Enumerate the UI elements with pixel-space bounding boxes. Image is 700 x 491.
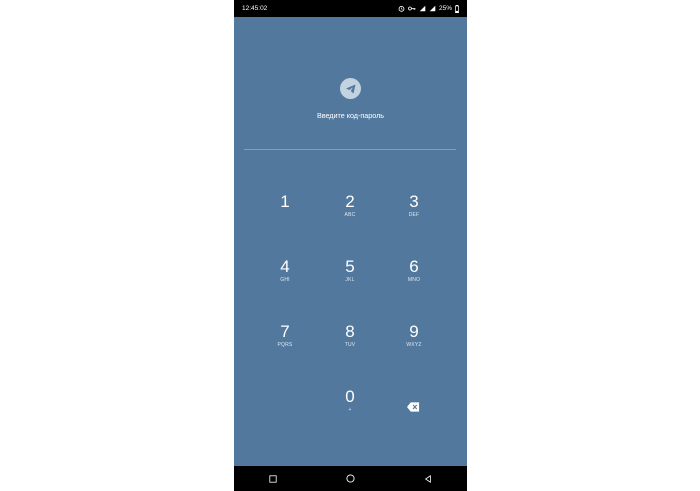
key-letters: DEF bbox=[408, 212, 420, 218]
back-button[interactable] bbox=[416, 469, 440, 489]
key-8[interactable]: 8 TUV bbox=[320, 323, 380, 371]
key-9[interactable]: 9 WXYZ bbox=[384, 323, 444, 371]
passcode-prompt: Введите код-пароль bbox=[316, 111, 385, 120]
key-3[interactable]: 3 DEF bbox=[384, 193, 444, 241]
key-digit: 8 bbox=[345, 322, 355, 341]
status-bar: 12:45:02 25% bbox=[234, 0, 467, 17]
signal-icon bbox=[429, 5, 436, 12]
key-digit: 9 bbox=[409, 322, 419, 341]
passcode-input-line[interactable] bbox=[244, 149, 456, 150]
key-digit: 6 bbox=[409, 257, 419, 276]
key-4[interactable]: 4 GHI bbox=[255, 258, 315, 306]
key-digit: 1 bbox=[280, 192, 290, 211]
telegram-logo-icon bbox=[340, 78, 361, 99]
recents-square-icon bbox=[269, 474, 277, 483]
key-letters: MNO bbox=[407, 277, 421, 283]
key-letters: TUV bbox=[344, 342, 356, 348]
backspace-button[interactable] bbox=[407, 399, 420, 412]
key-7[interactable]: 7 PQRS bbox=[255, 323, 315, 371]
key-letters: + bbox=[348, 407, 352, 413]
passcode-header: Введите код-пароль bbox=[234, 78, 467, 120]
navigation-bar bbox=[234, 466, 467, 491]
status-time: 12:45:02 bbox=[242, 5, 268, 12]
home-button[interactable] bbox=[338, 469, 362, 489]
status-icons: 25% bbox=[398, 4, 459, 13]
key-digit: 3 bbox=[409, 192, 419, 211]
key-5[interactable]: 5 JKL bbox=[320, 258, 380, 306]
key-digit: 0 bbox=[345, 387, 355, 406]
key-0[interactable]: 0 + bbox=[320, 388, 380, 436]
home-circle-icon bbox=[346, 474, 355, 483]
key-digit: 2 bbox=[345, 192, 355, 211]
key-2[interactable]: 2 ABC bbox=[320, 193, 380, 241]
key-1[interactable]: 1 bbox=[255, 193, 315, 241]
key-letters: JKL bbox=[345, 277, 355, 283]
key-6[interactable]: 6 MNO bbox=[384, 258, 444, 306]
key-digit: 7 bbox=[280, 322, 290, 341]
key-letters: GHI bbox=[280, 277, 290, 283]
signal-icon bbox=[419, 5, 426, 12]
alarm-icon bbox=[398, 5, 405, 12]
battery-text: 25% bbox=[438, 5, 452, 12]
recents-button[interactable] bbox=[261, 469, 285, 489]
key-digit: 5 bbox=[345, 257, 355, 276]
key-letters: WXYZ bbox=[406, 342, 422, 348]
battery-icon bbox=[455, 4, 459, 13]
backspace-icon bbox=[407, 402, 420, 412]
phone-screen: 12:45:02 25% Введите код-пароль 1 2 ABC … bbox=[234, 0, 467, 491]
key-letters: PQRS bbox=[277, 342, 293, 348]
key-digit: 4 bbox=[280, 257, 290, 276]
back-triangle-icon bbox=[425, 474, 431, 483]
key-letters: ABC bbox=[344, 212, 356, 218]
key-icon bbox=[408, 5, 416, 12]
